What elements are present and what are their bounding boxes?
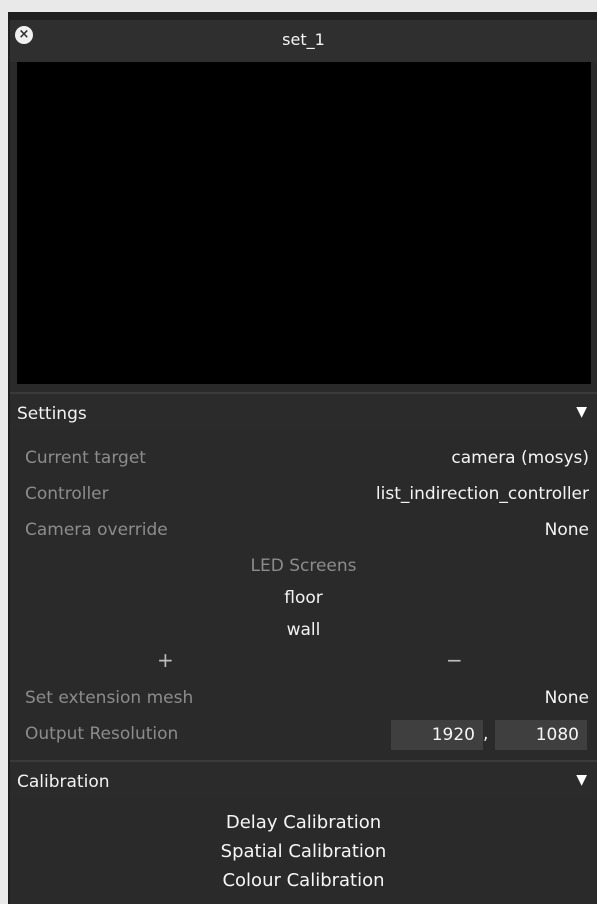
led-screens-label: LED Screens bbox=[250, 556, 357, 576]
resolution-separator: , bbox=[483, 724, 489, 744]
add-screen-icon[interactable]: + bbox=[157, 648, 174, 672]
controller-label: Controller bbox=[25, 484, 109, 504]
window-title: set_1 bbox=[282, 30, 325, 49]
current-target-row: Current target camera (mosys) bbox=[10, 442, 597, 476]
output-resolution-label: Output Resolution bbox=[25, 724, 179, 744]
title-bar: × set_1 bbox=[10, 20, 597, 62]
calibration-header[interactable]: Calibration ▼ bbox=[10, 760, 597, 798]
extension-mesh-value[interactable]: None bbox=[545, 688, 589, 708]
collapse-caret-icon[interactable]: ▼ bbox=[576, 772, 587, 788]
resolution-height-field[interactable]: 1080 bbox=[495, 720, 587, 750]
camera-override-label: Camera override bbox=[25, 520, 168, 540]
remove-screen-icon[interactable]: − bbox=[446, 648, 463, 672]
extension-mesh-row: Set extension mesh None bbox=[10, 682, 597, 716]
led-screen-item[interactable]: floor bbox=[10, 588, 597, 608]
current-target-value[interactable]: camera (mosys) bbox=[451, 448, 589, 468]
controller-row: Controller list_indirection_controller bbox=[10, 478, 597, 512]
output-resolution-row: Output Resolution 1920 , 1080 bbox=[10, 718, 597, 752]
camera-override-row: Camera override None bbox=[10, 514, 597, 548]
settings-header-label: Settings bbox=[17, 404, 87, 424]
current-target-label: Current target bbox=[25, 448, 146, 468]
settings-header[interactable]: Settings ▼ bbox=[10, 392, 597, 430]
spatial-calibration-button[interactable]: Spatial Calibration bbox=[10, 841, 597, 862]
led-screen-item[interactable]: wall bbox=[10, 620, 597, 640]
camera-override-value[interactable]: None bbox=[545, 520, 589, 540]
viewport-preview bbox=[17, 62, 591, 384]
resolution-width-field[interactable]: 1920 bbox=[391, 720, 483, 750]
delay-calibration-button[interactable]: Delay Calibration bbox=[10, 812, 597, 833]
extension-mesh-label: Set extension mesh bbox=[25, 688, 194, 708]
colour-calibration-button[interactable]: Colour Calibration bbox=[10, 870, 597, 891]
controller-value[interactable]: list_indirection_controller bbox=[376, 484, 589, 504]
collapse-caret-icon[interactable]: ▼ bbox=[576, 404, 587, 420]
set-panel: × set_1 Settings ▼ Current target camera… bbox=[10, 20, 597, 904]
calibration-header-label: Calibration bbox=[17, 772, 110, 792]
